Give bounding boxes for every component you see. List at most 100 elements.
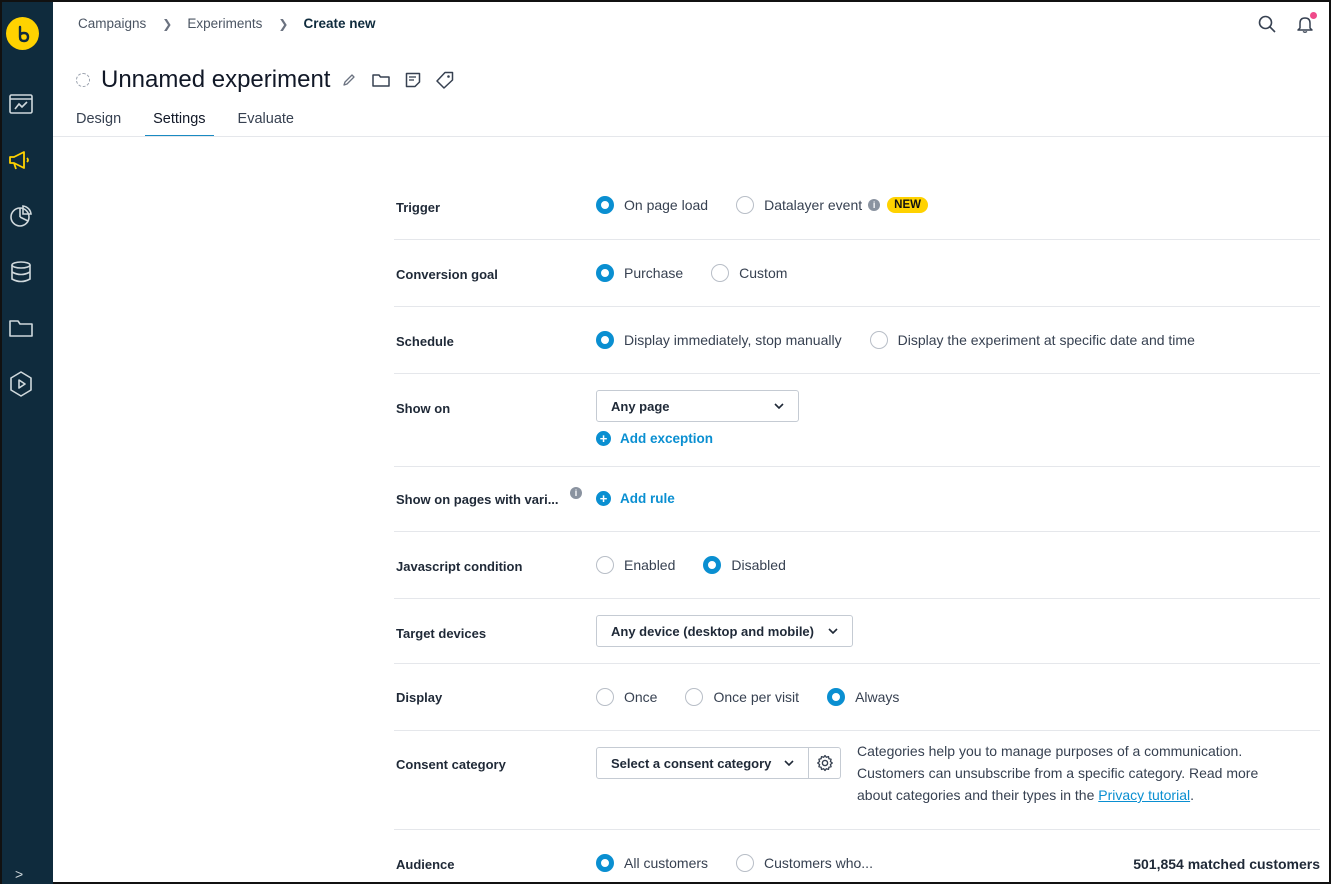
audience-all-customers-radio[interactable]: All customers bbox=[596, 854, 708, 872]
display-always-radio[interactable]: Always bbox=[827, 688, 899, 706]
title-actions bbox=[340, 71, 454, 89]
radio-checked[interactable] bbox=[596, 264, 614, 282]
consent-settings-button[interactable] bbox=[809, 747, 841, 779]
select-placeholder: Select a consent category bbox=[611, 755, 772, 771]
consent-category-select[interactable]: Select a consent category bbox=[596, 747, 809, 779]
tab-divider bbox=[53, 136, 1329, 137]
radio-unchecked[interactable] bbox=[596, 556, 614, 574]
radio-checked[interactable] bbox=[827, 688, 846, 706]
trigger-datalayer-event-radio[interactable]: Datalayer event i NEW bbox=[736, 196, 928, 214]
add-exception-button[interactable]: + Add exception bbox=[596, 431, 713, 446]
conversion-custom-radio[interactable]: Custom bbox=[711, 264, 787, 282]
consent-help-text: Categories help you to manage purposes o… bbox=[857, 740, 1297, 806]
audience-label: Audience bbox=[396, 857, 455, 872]
sidebar-expand-icon[interactable]: > bbox=[15, 866, 23, 882]
matched-customers-count: 501,854 matched customers bbox=[1133, 856, 1320, 872]
display-once-per-visit-radio[interactable]: Once per visit bbox=[685, 688, 799, 706]
tag-icon[interactable] bbox=[436, 71, 454, 89]
target-devices-label: Target devices bbox=[396, 626, 487, 641]
chevron-right-icon: ❯ bbox=[162, 16, 173, 31]
radio-label: On page load bbox=[624, 197, 709, 213]
radio-label: Datalayer event bbox=[764, 197, 863, 213]
schedule-row: Schedule Display immediately, stop manua… bbox=[394, 307, 1320, 374]
radio-unchecked[interactable] bbox=[711, 264, 730, 282]
new-badge: NEW bbox=[887, 197, 928, 213]
consent-row: Consent category Select a consent catego… bbox=[394, 731, 1320, 830]
radio-checked[interactable] bbox=[703, 556, 722, 574]
breadcrumb: Campaigns ❯ Experiments ❯ Create new bbox=[78, 16, 375, 31]
trigger-on-page-load-radio[interactable]: On page load bbox=[596, 196, 708, 214]
radio-label: Once per visit bbox=[713, 689, 800, 705]
radio-unchecked[interactable] bbox=[869, 331, 888, 349]
trigger-row: Trigger On page load Datalayer event i N… bbox=[394, 172, 1320, 240]
radio-checked[interactable] bbox=[596, 854, 614, 872]
select-value: Any device (desktop and mobile) bbox=[611, 623, 814, 639]
target-devices-row: Target devices Any device (desktop and m… bbox=[394, 599, 1320, 664]
help-end: . bbox=[1190, 787, 1194, 803]
title-row: Unnamed experiment bbox=[76, 66, 454, 94]
pencil-icon[interactable] bbox=[340, 71, 358, 89]
plus-circle-icon: + bbox=[596, 431, 611, 446]
add-exception-label: Add exception bbox=[620, 431, 714, 446]
audience-customers-who-radio[interactable]: Customers who... bbox=[736, 854, 873, 872]
breadcrumb-current: Create new bbox=[303, 16, 376, 31]
privacy-tutorial-link[interactable]: Privacy tutorial bbox=[1098, 787, 1190, 803]
schedule-immediately-radio[interactable]: Display immediately, stop manually bbox=[596, 331, 842, 349]
settings-form: Trigger On page load Datalayer event i N… bbox=[394, 172, 1320, 884]
add-rule-label: Add rule bbox=[620, 491, 675, 506]
dashboard-icon[interactable] bbox=[8, 91, 34, 117]
info-icon[interactable]: i bbox=[868, 199, 881, 211]
breadcrumb-item-experiments[interactable]: Experiments bbox=[187, 16, 262, 31]
conversion-purchase-radio[interactable]: Purchase bbox=[596, 264, 683, 282]
radio-label: Purchase bbox=[624, 265, 684, 281]
select-value: Any page bbox=[611, 398, 670, 414]
database-icon[interactable] bbox=[8, 259, 34, 285]
breadcrumb-item-campaigns[interactable]: Campaigns bbox=[78, 16, 146, 31]
show-on-pages-label: Show on pages with vari... bbox=[396, 492, 559, 507]
target-devices-select[interactable]: Any device (desktop and mobile) bbox=[596, 615, 853, 647]
note-icon[interactable] bbox=[404, 71, 422, 89]
radio-label: Disabled bbox=[731, 557, 786, 573]
chevron-down-icon bbox=[774, 403, 784, 409]
tab-settings[interactable]: Settings bbox=[145, 102, 214, 137]
radio-unchecked[interactable] bbox=[736, 854, 755, 872]
radio-unchecked[interactable] bbox=[685, 688, 704, 706]
folder-icon[interactable] bbox=[8, 315, 34, 341]
status-dot-icon bbox=[76, 73, 90, 87]
display-once-radio[interactable]: Once bbox=[596, 688, 657, 706]
gear-icon bbox=[816, 754, 833, 772]
show-on-label: Show on bbox=[396, 401, 451, 416]
radio-label: Display the experiment at specific date … bbox=[897, 332, 1195, 348]
megaphone-icon[interactable] bbox=[8, 147, 34, 173]
js-disabled-radio[interactable]: Disabled bbox=[703, 556, 786, 574]
show-on-select[interactable]: Any page bbox=[596, 390, 799, 422]
add-rule-button[interactable]: + Add rule bbox=[596, 491, 675, 506]
sidebar: > bbox=[2, 2, 53, 884]
search-icon[interactable] bbox=[1257, 14, 1277, 34]
schedule-specific-date-radio[interactable]: Display the experiment at specific date … bbox=[869, 331, 1195, 349]
js-condition-row: Javascript condition Enabled Disabled bbox=[394, 532, 1320, 599]
play-hexagon-icon[interactable] bbox=[8, 371, 34, 397]
bell-icon[interactable] bbox=[1295, 12, 1317, 34]
trigger-label: Trigger bbox=[396, 200, 441, 215]
radio-unchecked[interactable] bbox=[596, 688, 614, 706]
folder-icon[interactable] bbox=[372, 71, 391, 89]
info-icon[interactable]: i bbox=[570, 487, 582, 499]
conversion-goal-row: Conversion goal Purchase Custom bbox=[394, 240, 1320, 307]
js-enabled-radio[interactable]: Enabled bbox=[596, 556, 675, 574]
chevron-down-icon bbox=[828, 628, 838, 634]
tab-design[interactable]: Design bbox=[76, 102, 121, 136]
radio-checked[interactable] bbox=[596, 196, 614, 214]
radio-label: Enabled bbox=[624, 557, 676, 573]
tab-evaluate[interactable]: Evaluate bbox=[238, 102, 294, 136]
radio-unchecked[interactable] bbox=[736, 196, 755, 214]
radio-label: Once bbox=[624, 689, 658, 705]
help-text: Categories help you to manage purposes o… bbox=[857, 743, 1259, 803]
radio-checked[interactable] bbox=[596, 331, 614, 349]
top-icons bbox=[1257, 12, 1317, 34]
conversion-goal-label: Conversion goal bbox=[396, 267, 498, 282]
schedule-label: Schedule bbox=[396, 334, 454, 349]
pie-chart-icon[interactable] bbox=[8, 203, 34, 229]
radio-label: All customers bbox=[624, 855, 709, 871]
brand-logo[interactable] bbox=[6, 17, 39, 50]
